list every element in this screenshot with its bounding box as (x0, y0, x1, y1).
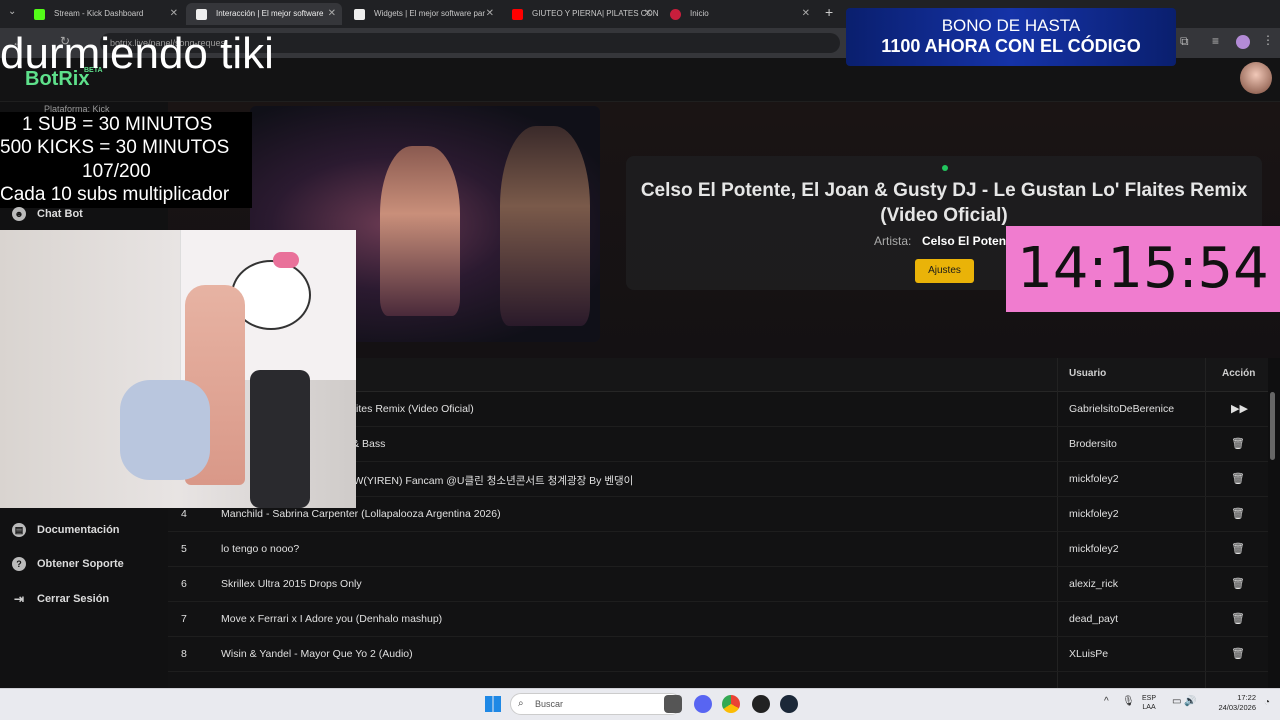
song-title: Celso El Potente, El Joan & Gusty DJ - L… (640, 180, 1248, 226)
tray-chevron-icon[interactable]: ^ (1104, 696, 1109, 707)
tab-interaccion[interactable]: Interacción | El mejor software ✕ (186, 3, 342, 25)
sidebar-item-chat-bot[interactable]: ☻ Chat Bot (12, 204, 83, 224)
trash-icon[interactable]: 🗑 (1231, 507, 1245, 520)
discord-icon[interactable] (694, 695, 712, 713)
close-icon[interactable]: ✕ (486, 3, 494, 25)
trash-icon[interactable]: 🗑 (1231, 647, 1245, 660)
rule-line: 500 KICKS = 30 MINUTOS (0, 137, 230, 158)
overlay-title: durmiendo tiki (0, 29, 274, 78)
notification-icon[interactable]: ◔ (1264, 697, 1270, 708)
trash-icon[interactable]: 🗑 (1231, 542, 1245, 555)
search-icon: ⌕ (518, 698, 524, 709)
trash-icon[interactable]: 🗑 (1231, 472, 1245, 485)
header-action: Acción (1222, 368, 1256, 379)
obs-icon[interactable] (752, 695, 770, 713)
table-row: 7 Move x Ferrari x I Adore you (Denhalo … (168, 602, 1268, 637)
new-tab-button[interactable]: + (825, 4, 833, 20)
close-icon[interactable]: ✕ (644, 3, 652, 25)
rule-line: Cada 10 subs multiplicador (0, 184, 230, 205)
sidebar-item-cerrar-sesion[interactable]: ⇥ Cerrar Sesión (12, 589, 109, 609)
task-view-icon[interactable] (664, 695, 682, 713)
artist-value: Celso El Potente (922, 234, 1017, 248)
volume-icon[interactable]: 🔊 (1184, 696, 1196, 707)
close-icon[interactable]: ✕ (802, 3, 810, 25)
bow-icon (273, 252, 299, 268)
header-user: Usuario (1069, 368, 1107, 379)
table-row: 8 Wisin & Yandel - Mayor Que Yo 2 (Audio… (168, 637, 1268, 672)
chrome-icon[interactable] (722, 695, 740, 713)
microphone-icon[interactable]: 🎙 (1122, 696, 1135, 707)
promo-line-2: 1100 AHORA CON EL CÓDIGO (881, 36, 1141, 56)
blanket (120, 380, 210, 480)
taskbar-search[interactable]: Buscar (510, 693, 682, 715)
tab-widgets[interactable]: Widgets | El mejor software par ✕ (344, 3, 500, 25)
table-row: 5 lo tengo o nooo? mickfoley2 🗑 (168, 532, 1268, 567)
logout-icon: ⇥ (13, 592, 25, 606)
live-indicator (942, 165, 948, 171)
close-icon[interactable]: ✕ (328, 3, 336, 25)
help-icon: ? (12, 557, 26, 571)
skip-icon[interactable]: ▶▶ (1231, 402, 1248, 415)
extensions-icon[interactable]: ⧉ (1180, 34, 1189, 49)
windows-start-icon[interactable] (485, 696, 501, 712)
tab-youtube[interactable]: GIUTEO Y PIERNA| PILATES CON ✕ (502, 3, 658, 25)
botrix-icon (196, 9, 207, 20)
webcam-overlay (0, 230, 356, 508)
trash-icon[interactable]: 🗑 (1231, 437, 1245, 450)
language-indicator[interactable]: ESP LAA (1142, 694, 1156, 712)
menu-icon[interactable]: ⋮ (1262, 33, 1274, 47)
trash-icon[interactable]: 🗑 (1231, 612, 1245, 625)
document-icon: ▤ (12, 523, 26, 537)
settings-button[interactable]: Ajustes (915, 259, 974, 283)
tab-inicio[interactable]: Inicio ✕ (660, 3, 816, 25)
bot-icon: ☻ (12, 207, 26, 221)
overlay-rules: 1 SUB = 30 MINUTOS 500 KICKS = 30 MINUTO… (0, 112, 252, 208)
sidebar-item-documentacion[interactable]: ▤ Documentación (12, 520, 120, 540)
media-icon[interactable]: ≡ (1212, 34, 1219, 48)
dark-object (250, 370, 310, 508)
youtube-icon (512, 9, 523, 20)
tab-list-icon[interactable]: ⌄ (8, 6, 16, 17)
table-row: 6 Skrillex Ultra 2015 Drops Only alexiz_… (168, 567, 1268, 602)
scrollbar[interactable] (1270, 392, 1275, 460)
network-icon[interactable]: ▭ (1172, 696, 1181, 707)
rule-line: 1 SUB = 30 MINUTOS (22, 114, 213, 135)
rule-line: 107/200 (82, 161, 151, 182)
tab-kick-dashboard[interactable]: Stream - Kick Dashboard ✕ (24, 3, 184, 25)
avatar[interactable] (1240, 62, 1272, 94)
botrix-icon (354, 9, 365, 20)
steam-icon[interactable] (780, 695, 798, 713)
sidebar-item-soporte[interactable]: ? Obtener Soporte (12, 554, 124, 574)
kick-icon (34, 9, 45, 20)
subathon-timer: 14:15:54 (1017, 236, 1269, 301)
artist-label: Artista: (874, 234, 912, 248)
profile-icon[interactable] (1236, 35, 1250, 49)
taskbar-clock[interactable]: 17:22 24/03/2026 (1196, 693, 1256, 713)
app-icon (670, 9, 681, 20)
close-icon[interactable]: ✕ (170, 3, 178, 25)
trash-icon[interactable]: 🗑 (1231, 577, 1245, 590)
thumbnail-figure-right (500, 126, 590, 326)
promo-line-1: BONO DE HASTA (941, 16, 1081, 35)
thumbnail-figure-left (380, 146, 460, 316)
